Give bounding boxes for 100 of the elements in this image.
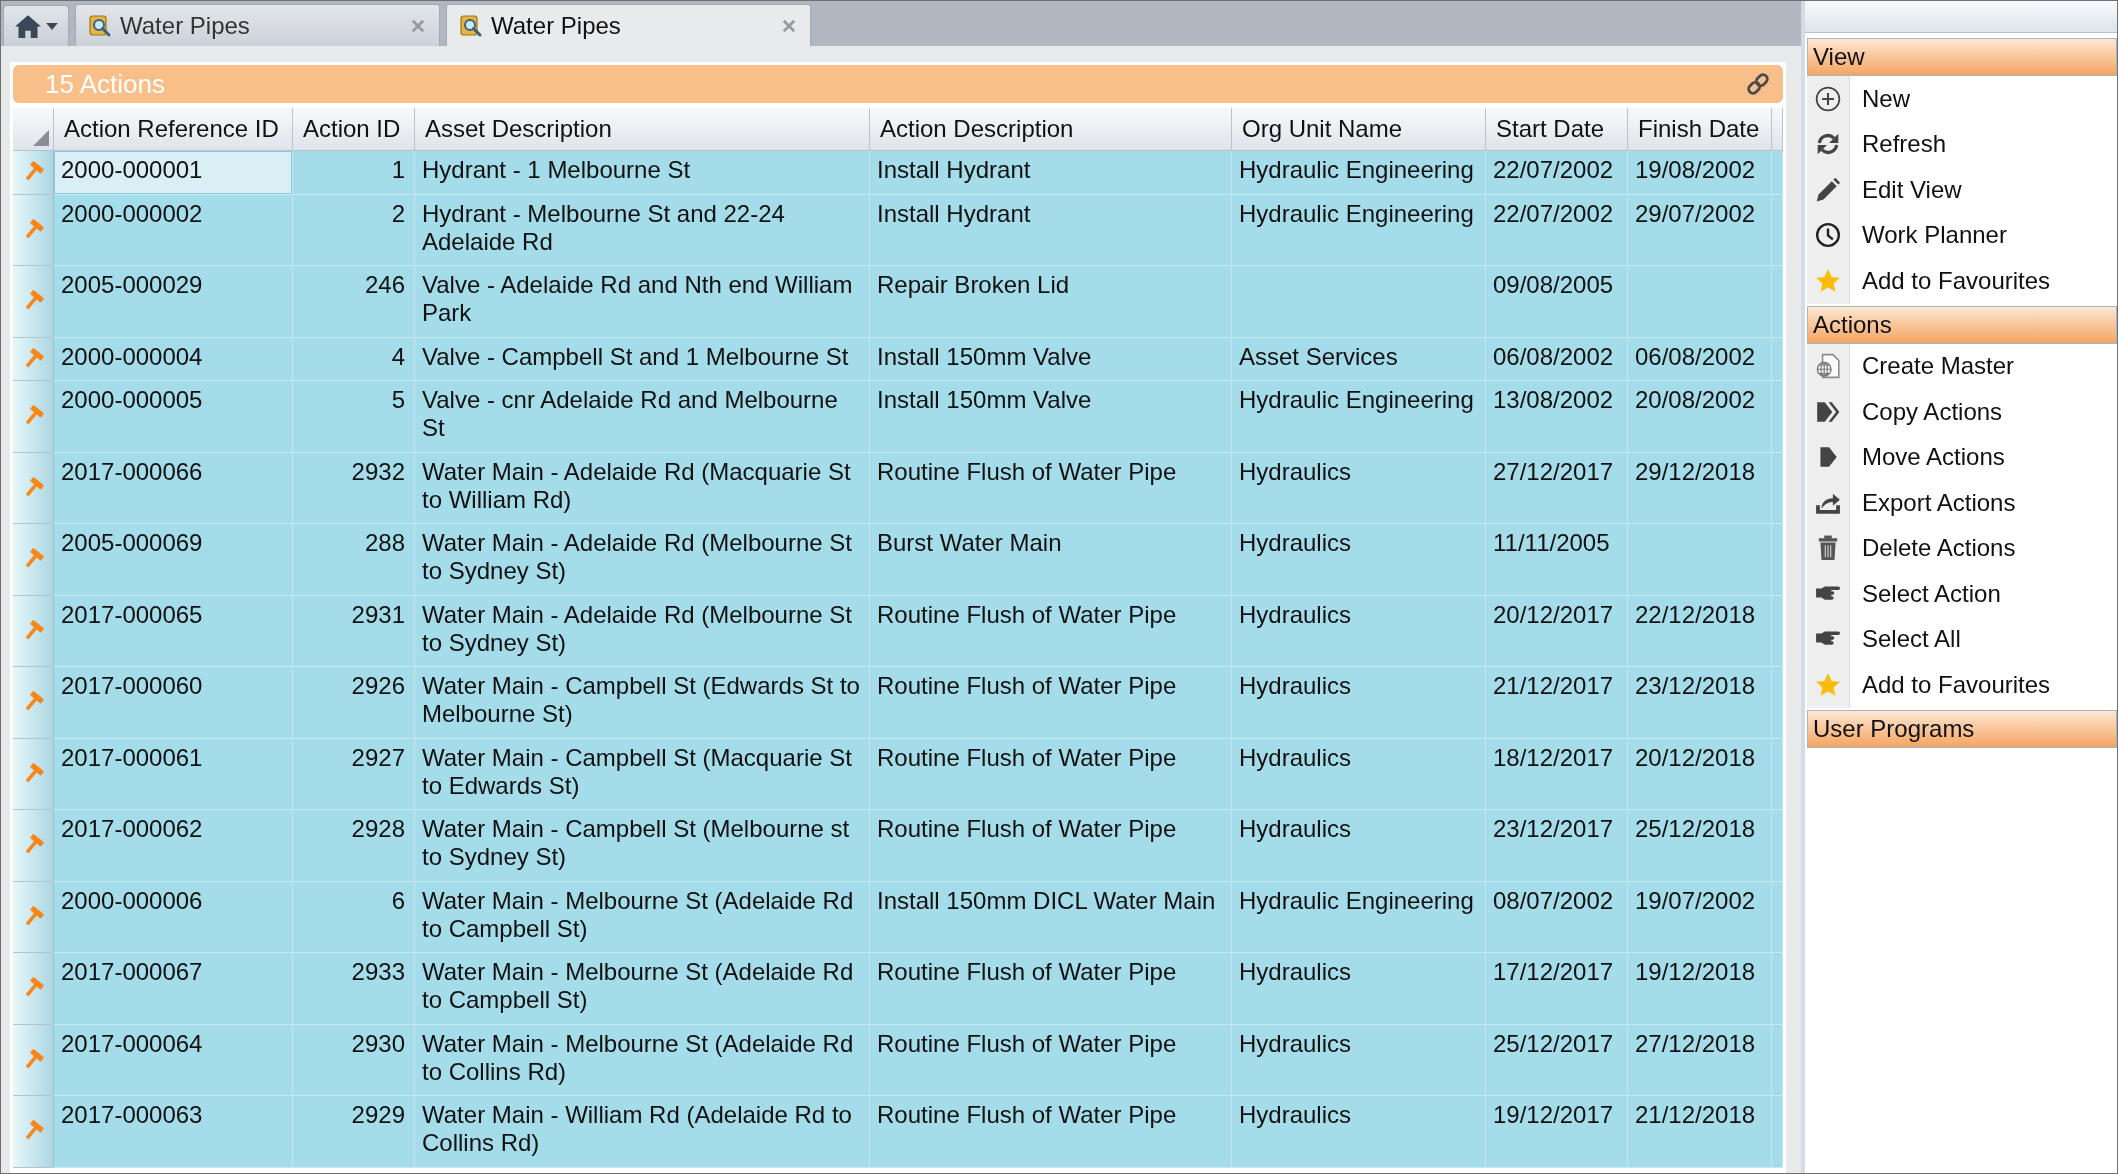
table-cell: 27/12/2017 xyxy=(1486,452,1628,523)
table-cell: 2926 xyxy=(293,667,415,738)
table-cell: 2005-000069 xyxy=(54,524,293,595)
row-header[interactable] xyxy=(13,810,54,882)
table-cell: Routine Flush of Water Pipe xyxy=(870,595,1232,666)
magnifier-document-icon xyxy=(459,13,483,38)
table-cell: 20/08/2002 xyxy=(1628,381,1772,452)
magnifier-document-icon xyxy=(88,13,112,38)
table-cell: 2017-000067 xyxy=(54,953,293,1024)
table-cell: Asset Services xyxy=(1232,337,1486,380)
row-header[interactable] xyxy=(13,452,54,524)
row-header[interactable] xyxy=(13,595,54,667)
table-cell: 2928 xyxy=(293,810,415,881)
table-cell: 2930 xyxy=(293,1024,415,1095)
table-cell: Hydraulics xyxy=(1232,1024,1486,1095)
table-cell: 2000-000002 xyxy=(54,194,293,265)
row-header[interactable] xyxy=(13,381,54,453)
table-cell: Water Main - Adelaide Rd (Macquarie St to William Rd) xyxy=(415,452,870,523)
table-cell: Water Main - Adelaide Rd (Melbourne St to Sydney St) xyxy=(415,524,870,595)
table-cell: 06/08/2002 xyxy=(1486,337,1628,380)
section-header[interactable]: View xyxy=(1807,38,2117,76)
table-cell: 2017-000063 xyxy=(54,1096,293,1167)
link-icon[interactable] xyxy=(1745,71,1771,97)
table-cell: Water Main - Campbell St (Edwards St to Melbourne St) xyxy=(415,667,870,738)
table-cell: Hydraulic Engineering xyxy=(1232,151,1486,194)
table-cell: Install 150mm Valve xyxy=(870,337,1232,380)
table-cell: 2931 xyxy=(293,595,415,666)
table-cell: 2932 xyxy=(293,452,415,523)
column-header[interactable]: Org Unit Name xyxy=(1232,108,1486,150)
table-cell: 29/07/2002 xyxy=(1628,194,1772,265)
document-globe-icon xyxy=(1815,353,1841,380)
table-cell: Hydraulics xyxy=(1232,667,1486,738)
column-header[interactable]: Action Description xyxy=(870,108,1232,150)
column-header[interactable]: Asset Description xyxy=(415,108,870,150)
table-cell: 29/12/2018 xyxy=(1628,452,1772,523)
table-cell: Hydraulics xyxy=(1232,595,1486,666)
table-cell: Hydraulics xyxy=(1232,524,1486,595)
table-cell: Routine Flush of Water Pipe xyxy=(870,667,1232,738)
table-cell: Hydraulics xyxy=(1232,452,1486,523)
tab[interactable]: Water Pipes xyxy=(446,4,811,46)
table-cell: 27/12/2018 xyxy=(1628,1024,1772,1095)
table-cell: 17/12/2017 xyxy=(1486,953,1628,1024)
triangle-icon[interactable] xyxy=(33,130,49,146)
home-button[interactable] xyxy=(3,5,69,46)
table-cell: Install Hydrant xyxy=(870,194,1232,265)
table-cell: Water Main - Adelaide Rd (Melbourne St to Sydney St) xyxy=(415,595,870,666)
table-cell: 2000-000004 xyxy=(54,337,293,380)
table-cell: 18/12/2017 xyxy=(1486,738,1628,809)
table-cell: 21/12/2017 xyxy=(1486,667,1628,738)
table-cell: 25/12/2017 xyxy=(1486,1024,1628,1095)
section-header[interactable]: User Programs xyxy=(1807,709,2117,748)
row-header[interactable] xyxy=(13,738,54,810)
row-header[interactable] xyxy=(13,667,54,739)
row-header[interactable] xyxy=(13,194,54,266)
column-header[interactable]: Finish Date xyxy=(1628,108,1772,150)
table-cell: 06/08/2002 xyxy=(1628,337,1772,380)
table-cell: Routine Flush of Water Pipe xyxy=(870,1096,1232,1167)
table-cell: 19/07/2002 xyxy=(1628,881,1772,952)
table-cell: Water Main - Melbourne St (Adelaide Rd to Campbell St) xyxy=(415,953,870,1024)
column-header[interactable]: Action Reference ID xyxy=(54,108,293,150)
row-header[interactable] xyxy=(13,1024,54,1096)
table-cell: 2000-000005 xyxy=(54,381,293,452)
row-header[interactable] xyxy=(13,151,54,195)
table-cell: 21/12/2018 xyxy=(1628,1096,1772,1167)
table-cell: 2000-000006 xyxy=(54,881,293,952)
table-cell: 22/12/2018 xyxy=(1628,595,1772,666)
section-header[interactable]: Actions xyxy=(1807,305,2117,344)
close-icon[interactable] xyxy=(782,18,796,33)
table-cell: 2017-000060 xyxy=(54,667,293,738)
table-cell: Repair Broken Lid xyxy=(870,266,1232,337)
table-cell: Hydrant - Melbourne St and 22-24 Adelaide Rd xyxy=(415,194,870,265)
table-cell: Water Main - Melbourne St (Adelaide Rd to Campbell St) xyxy=(415,881,870,952)
house-icon xyxy=(14,14,41,38)
table-cell: 246 xyxy=(293,266,415,337)
table-cell: Hydraulics xyxy=(1232,738,1486,809)
row-header[interactable] xyxy=(13,266,54,338)
table-cell: Hydrant - 1 Melbourne St xyxy=(415,151,870,194)
row-header[interactable] xyxy=(13,337,54,381)
close-icon[interactable] xyxy=(411,18,425,33)
column-header[interactable]: Start Date xyxy=(1486,108,1628,150)
tab[interactable]: Water Pipes xyxy=(75,4,440,46)
table-cell: Routine Flush of Water Pipe xyxy=(870,1024,1232,1095)
table-cell: 2017-000061 xyxy=(54,738,293,809)
table-cell: 2017-000062 xyxy=(54,810,293,881)
table-cell: 22/07/2002 xyxy=(1486,194,1628,265)
table-cell: Valve - Campbell St and 1 Melbourne St xyxy=(415,337,870,380)
table-cell: Install 150mm Valve xyxy=(870,381,1232,452)
table-cell: 1 xyxy=(293,151,415,194)
row-header[interactable] xyxy=(13,953,54,1025)
table-cell: 09/08/2005 xyxy=(1486,266,1628,337)
column-header[interactable]: Action ID xyxy=(293,108,415,150)
table-cell: 2017-000065 xyxy=(54,595,293,666)
table-cell: 22/07/2002 xyxy=(1486,151,1628,194)
table-cell: 5 xyxy=(293,381,415,452)
row-header[interactable] xyxy=(13,1096,54,1168)
table-cell: 4 xyxy=(293,337,415,380)
table-cell: 20/12/2017 xyxy=(1486,595,1628,666)
table-cell: 23/12/2017 xyxy=(1486,810,1628,881)
row-header[interactable] xyxy=(13,881,54,953)
row-header[interactable] xyxy=(13,524,54,596)
